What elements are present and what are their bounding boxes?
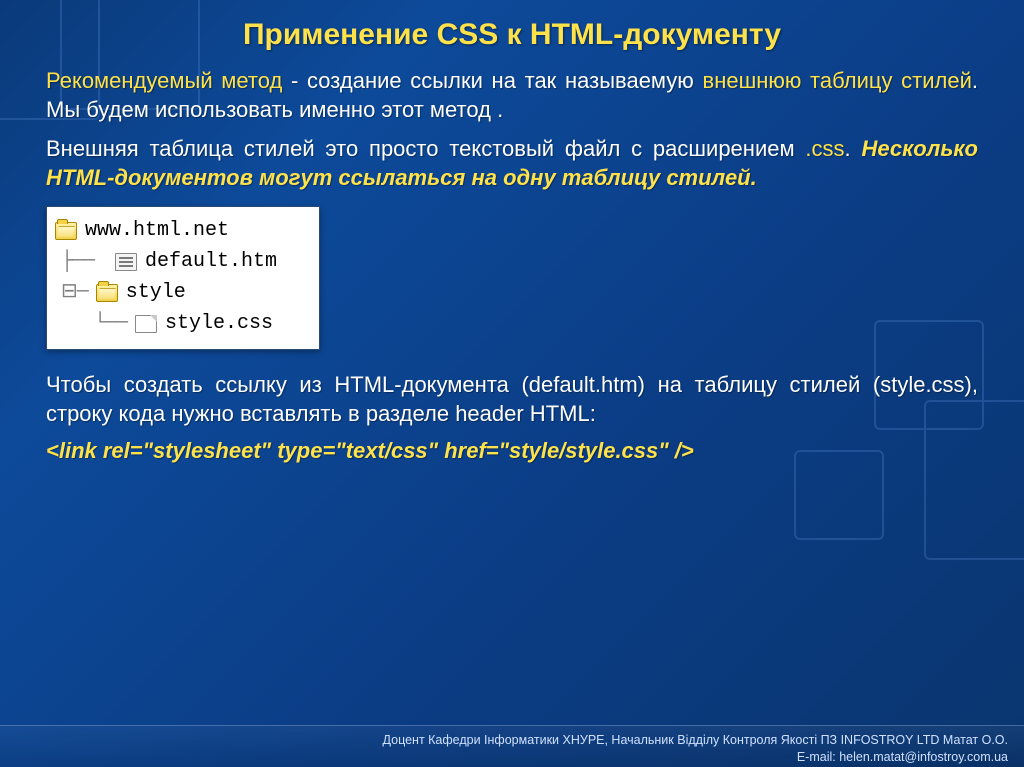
tree-style-label: style — [126, 277, 186, 308]
file-tree-panel: www.html.net ├── default.htm ⊟─ style └─… — [46, 206, 320, 350]
tree-htm-row: ├── default.htm — [55, 246, 309, 277]
code-line: <link rel="stylesheet" type="text/css" h… — [46, 438, 978, 464]
folder-open-icon — [96, 284, 118, 302]
tree-css-label: style.css — [165, 308, 273, 339]
p2-ext: .css — [805, 136, 844, 161]
file-htm-icon — [115, 253, 137, 271]
tree-connector-icon: └── — [61, 308, 127, 339]
tree-css-row: └── style.css — [55, 308, 309, 339]
p1-highlight: внешнюю таблицу стилей — [703, 68, 972, 93]
footer-line-2: E-mail: helen.matat@infostroy.com.ua — [0, 749, 1008, 766]
folder-open-icon — [55, 222, 77, 240]
slide: Применение CSS к HTML-документу Рекоменд… — [0, 0, 1024, 767]
slide-title: Применение CSS к HTML-документу — [46, 18, 978, 52]
p1-lead: Рекомендуемый метод — [46, 68, 282, 93]
p2-text-a: Внешняя таблица стилей это просто тексто… — [46, 136, 805, 161]
tree-style-row: ⊟─ style — [55, 277, 309, 308]
paragraph-2: Внешняя таблица стилей это просто тексто… — [46, 134, 978, 192]
p1-text-a: - создание ссылки на так называемую — [282, 68, 702, 93]
tree-expand-icon: ⊟─ — [61, 277, 88, 308]
paragraph-3: Чтобы создать ссылку из HTML-документа (… — [46, 370, 978, 428]
tree-connector-icon: ├── — [61, 246, 107, 277]
tree-htm-label: default.htm — [145, 246, 277, 277]
file-css-icon — [135, 315, 157, 333]
tree-root-row: www.html.net — [55, 215, 309, 246]
footer-line-1: Доцент Кафедри Інформатики ХНУРЕ, Началь… — [0, 732, 1008, 749]
slide-footer: Доцент Кафедри Інформатики ХНУРЕ, Началь… — [0, 725, 1024, 767]
paragraph-1: Рекомендуемый метод - создание ссылки на… — [46, 66, 978, 124]
tree-root-label: www.html.net — [85, 215, 229, 246]
p2-text-b: . — [845, 136, 862, 161]
